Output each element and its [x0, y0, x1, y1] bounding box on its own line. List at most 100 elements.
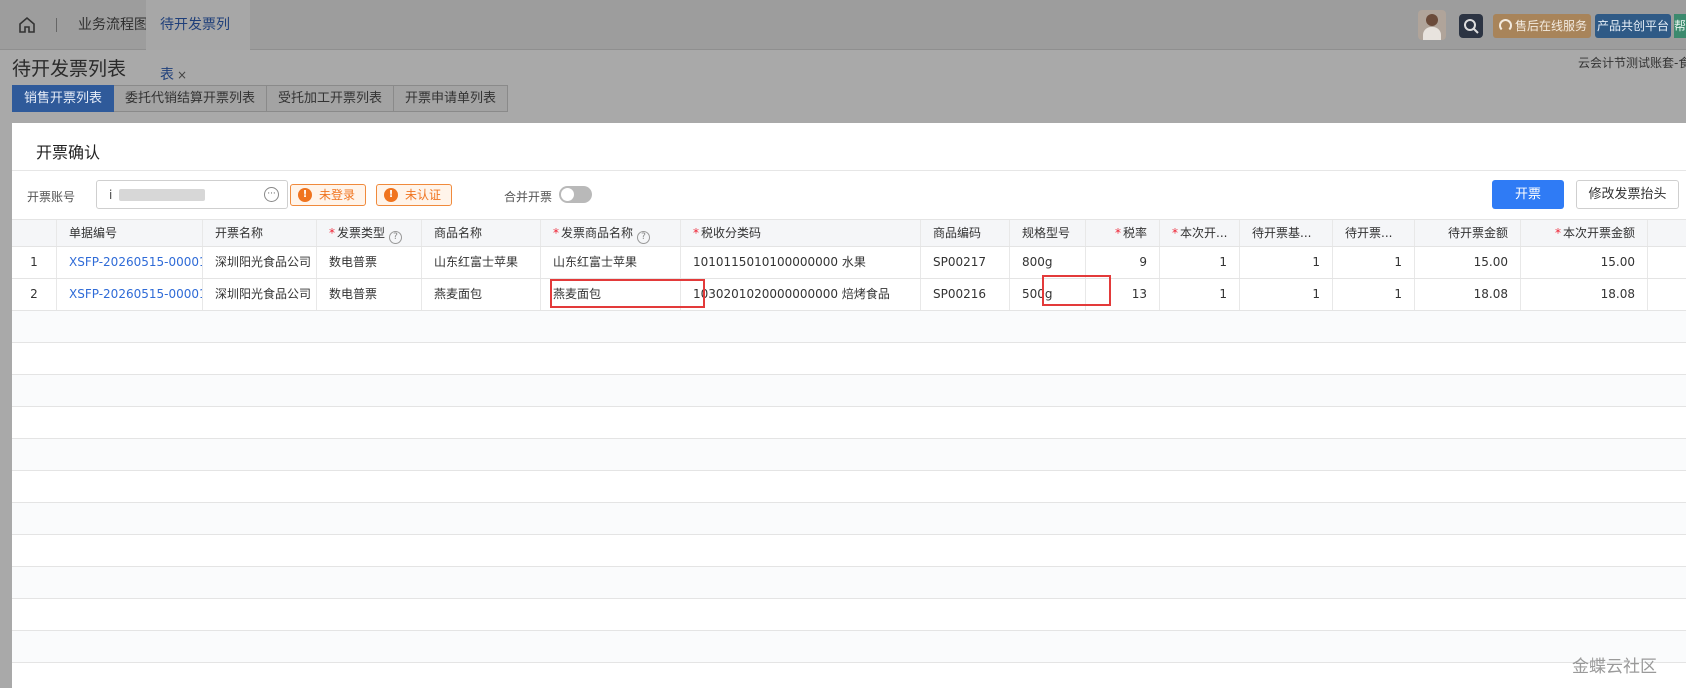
col-pending-amount: 待开票金额 — [1415, 220, 1521, 246]
invoice-name: 深圳阳光食品公司 — [203, 279, 317, 310]
toggle-knob — [561, 188, 574, 201]
pending-qty: 1 — [1333, 247, 1415, 278]
table-row[interactable]: 1 XSFP-20260515-00001 深圳阳光食品公司 数电普票 山东红富… — [12, 247, 1686, 279]
co-creation-platform-button[interactable]: 产品共创平台 — [1595, 14, 1671, 38]
spec-model[interactable]: 800g — [1010, 247, 1086, 278]
watermark: 金蝶云社区 — [1572, 657, 1657, 677]
invoice-account-input[interactable]: i ··· — [96, 180, 288, 209]
warning-icon: ! — [384, 188, 398, 202]
col-tax-rate: * 税率 — [1086, 220, 1160, 246]
platform-label: 产品共创平台 — [1596, 19, 1669, 33]
tab-pending-invoices[interactable]: 待开发票列表 × — [146, 0, 250, 83]
home-icon[interactable] — [16, 14, 38, 36]
help-icon[interactable]: ? — [389, 231, 403, 244]
empty-row — [12, 311, 1686, 343]
product-name: 燕麦面包 — [422, 279, 541, 310]
help-label: 帮 — [1674, 19, 1686, 33]
col-doc-no: 单据编号 — [57, 220, 203, 246]
spec-model[interactable]: 500g — [1010, 279, 1086, 310]
current-amount[interactable]: 18.08 — [1521, 279, 1648, 310]
empty-row — [12, 343, 1686, 375]
more-icon[interactable]: ··· — [264, 187, 279, 202]
row-index: 1 — [12, 247, 57, 278]
divider — [12, 170, 1686, 171]
help-button[interactable]: 帮 — [1674, 14, 1686, 38]
col-current-qty: * 本次开... — [1160, 220, 1240, 246]
col-invoice-type: * 发票类型? — [317, 220, 422, 246]
subtab-sales-invoices[interactable]: 销售开票列表 — [12, 85, 115, 112]
pending-qty: 1 — [1333, 279, 1415, 310]
pending-amount: 15.00 — [1415, 247, 1521, 278]
empty-row — [12, 439, 1686, 471]
edit-invoice-header-button[interactable]: 修改发票抬头 — [1576, 180, 1679, 209]
empty-row — [12, 599, 1686, 631]
col-index — [12, 220, 57, 246]
subtab-consignment-invoices[interactable]: 委托代销结算开票列表 — [114, 85, 268, 112]
col-pending-qty: 待开票... — [1333, 220, 1415, 246]
help-icon[interactable]: ? — [637, 231, 651, 244]
account-set-label: 云会计节测试账套-食 — [1578, 56, 1686, 70]
warning-icon: ! — [298, 188, 312, 202]
service-label: 售后在线服务 — [1515, 19, 1588, 33]
tax-rate[interactable]: 9 — [1086, 247, 1160, 278]
tab-label: 待开发票列表 — [160, 17, 230, 83]
top-tab-bar: 业务流程图 待开发票列表 × 售后在线服务 产品共创平台 帮 — [0, 0, 1686, 83]
invoice-list-subtabs: 销售开票列表 委托代销结算开票列表 受托加工开票列表 开票申请单列表 — [12, 85, 509, 112]
col-tax-code: * 税收分类码 — [681, 220, 921, 246]
tax-rate[interactable]: 13 — [1086, 279, 1160, 310]
after-sales-service-button[interactable]: 售后在线服务 — [1493, 14, 1591, 38]
redacted-account — [119, 189, 205, 201]
merge-invoice-toggle[interactable] — [559, 186, 592, 203]
doc-no-link[interactable]: XSFP-20260515-00001 — [57, 279, 203, 310]
col-pending-base: 待开票基... — [1240, 220, 1333, 246]
row-index: 2 — [12, 279, 57, 310]
headset-icon — [1499, 19, 1512, 32]
current-qty[interactable]: 1 — [1160, 279, 1240, 310]
empty-row — [12, 407, 1686, 439]
current-qty[interactable]: 1 — [1160, 247, 1240, 278]
close-icon[interactable]: × — [177, 68, 187, 82]
pending-amount: 18.08 — [1415, 279, 1521, 310]
account-field-label: 开票账号 — [27, 190, 76, 204]
col-product: 商品名称 — [422, 220, 541, 246]
empty-row — [12, 375, 1686, 407]
merge-invoice-label: 合并开票 — [504, 190, 553, 204]
table-row[interactable]: 2 XSFP-20260515-00001 深圳阳光食品公司 数电普票 燕麦面包… — [12, 275, 1686, 311]
account-value: i — [109, 188, 113, 202]
col-invoice-product: * 发票商品名称? — [541, 220, 681, 246]
invoice-product-name[interactable]: 燕麦面包 — [541, 279, 681, 310]
page-title: 待开发票列表 — [12, 58, 127, 80]
tax-code[interactable]: 1010115010100000000 水果 — [681, 247, 921, 278]
subtab-processing-invoices[interactable]: 受托加工开票列表 — [267, 85, 395, 112]
empty-row — [12, 567, 1686, 599]
empty-row — [12, 471, 1686, 503]
col-spec: 规格型号 — [1010, 220, 1086, 246]
invoice-type[interactable]: 数电普票 — [317, 279, 422, 310]
empty-row — [12, 631, 1686, 663]
invoice-confirm-dialog: 开票确认 开票账号 i ··· ! 未登录 ! 未认证 合并开票 开票 修改发票抬头… — [12, 123, 1686, 688]
subtab-invoice-requests[interactable]: 开票申请单列表 — [394, 85, 509, 112]
tab-label: 业务流程图 — [78, 17, 148, 33]
pending-base: 1 — [1240, 247, 1333, 278]
avatar[interactable] — [1418, 10, 1446, 40]
dialog-title: 开票确认 — [36, 143, 101, 162]
invoice-type[interactable]: 数电普票 — [317, 247, 422, 278]
badge-label: 未认证 — [405, 188, 442, 202]
product-code: SP00216 — [921, 279, 1010, 310]
status-badge-not-logged-in: ! 未登录 — [290, 184, 367, 206]
invoice-product-name[interactable]: 山东红富士苹果 — [541, 247, 681, 278]
tax-code[interactable]: 1030201020000000000 焙烤食品 — [681, 279, 921, 310]
col-current-amount: * 本次开票金额 — [1521, 220, 1648, 246]
empty-row — [12, 503, 1686, 535]
col-name: 开票名称 — [203, 220, 317, 246]
current-amount[interactable]: 15.00 — [1521, 247, 1648, 278]
invoice-name: 深圳阳光食品公司 — [203, 247, 317, 278]
product-code: SP00217 — [921, 247, 1010, 278]
invoice-table: 单据编号 开票名称 * 发票类型? 商品名称 * 发票商品名称? * 税收分类码 商品… — [12, 219, 1686, 663]
search-icon[interactable] — [1459, 14, 1483, 38]
issue-invoice-button[interactable]: 开票 — [1492, 180, 1564, 209]
tab-divider — [56, 18, 57, 32]
doc-no-link[interactable]: XSFP-20260515-00001 — [57, 247, 203, 278]
status-badge-not-certified: ! 未认证 — [376, 184, 453, 206]
product-name: 山东红富士苹果 — [422, 247, 541, 278]
